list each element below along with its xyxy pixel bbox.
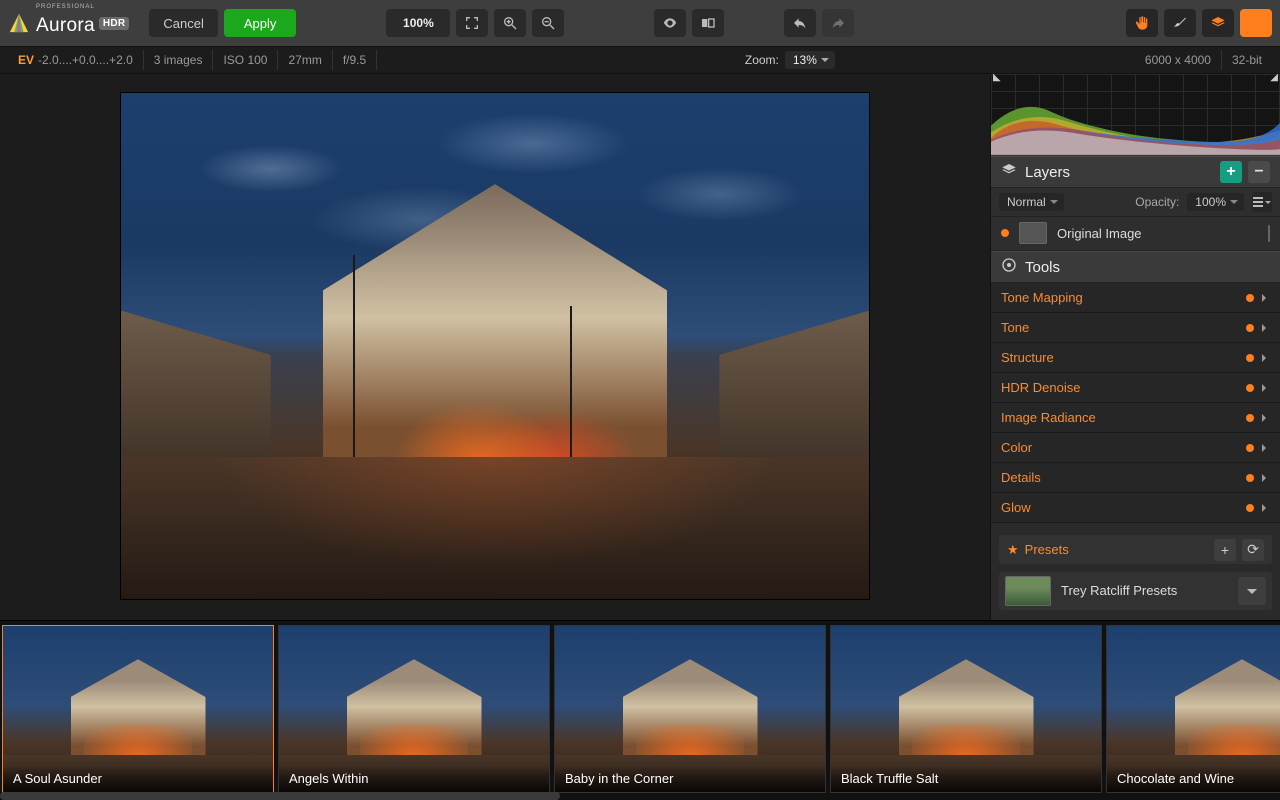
- ev-values: -2.0....+0.0....+2.0: [38, 53, 133, 67]
- zoom-in-button[interactable]: [494, 9, 526, 37]
- preset-collection-thumb: [1005, 576, 1051, 606]
- preset-collection-dropdown[interactable]: [1238, 577, 1266, 605]
- preset-card[interactable]: Black Truffle Salt: [830, 625, 1102, 793]
- layer-visibility-dot[interactable]: [1001, 229, 1009, 237]
- histogram-toggle-button[interactable]: [1240, 9, 1272, 37]
- layers-toggle-button[interactable]: [1202, 9, 1234, 37]
- app-logo: PROFESSIONAL Aurora HDR: [8, 1, 129, 45]
- tool-details[interactable]: Details: [991, 463, 1280, 493]
- histogram[interactable]: ◣ ◢: [991, 74, 1280, 156]
- zoom-label: Zoom:: [745, 53, 779, 67]
- tools-title: Tools: [1025, 259, 1060, 276]
- tool-color[interactable]: Color: [991, 433, 1280, 463]
- add-layer-button[interactable]: +: [1220, 161, 1242, 183]
- add-preset-button[interactable]: +: [1214, 539, 1236, 561]
- tool-hdr-denoise[interactable]: HDR Denoise: [991, 373, 1280, 403]
- top-toolbar: PROFESSIONAL Aurora HDR Cancel Apply 100…: [0, 0, 1280, 46]
- info-bar: EV -2.0....+0.0....+2.0 3 images ISO 100…: [0, 46, 1280, 74]
- tool-tone[interactable]: Tone: [991, 313, 1280, 343]
- preset-card-label: Chocolate and Wine: [1107, 765, 1280, 792]
- preset-card[interactable]: Baby in the Corner: [554, 625, 826, 793]
- zoom-select[interactable]: 13%: [785, 51, 835, 69]
- hdr-badge: HDR: [99, 17, 130, 30]
- undo-button[interactable]: [784, 9, 816, 37]
- blend-mode-select[interactable]: Normal: [999, 193, 1064, 211]
- focal-length: 27mm: [278, 50, 332, 70]
- brush-tool-button[interactable]: [1164, 9, 1196, 37]
- canvas-area[interactable]: [0, 74, 990, 620]
- main-canvas[interactable]: [120, 92, 870, 600]
- refresh-presets-button[interactable]: ⟳: [1242, 539, 1264, 561]
- preset-card-label: Black Truffle Salt: [831, 765, 1101, 792]
- filmstrip-scrollbar[interactable]: [0, 792, 560, 800]
- tools-list: Tone Mapping Tone Structure HDR Denoise …: [991, 283, 1280, 523]
- image-dimensions: 6000 x 4000: [1135, 50, 1222, 70]
- preview-toggle-button[interactable]: [654, 9, 686, 37]
- preset-collection-select[interactable]: Trey Ratcliff Presets: [999, 572, 1272, 610]
- tool-image-radiance[interactable]: Image Radiance: [991, 403, 1280, 433]
- preset-card[interactable]: Chocolate and Wine: [1106, 625, 1280, 793]
- tool-glow[interactable]: Glow: [991, 493, 1280, 523]
- zoom-100-button[interactable]: 100%: [386, 9, 450, 37]
- layer-image-thumb[interactable]: [1268, 225, 1270, 242]
- app-name: Aurora: [36, 15, 95, 36]
- cancel-button[interactable]: Cancel: [149, 9, 217, 37]
- layers-title: Layers: [1025, 164, 1070, 181]
- aperture: f/9.5: [333, 50, 377, 70]
- compare-button[interactable]: [692, 9, 724, 37]
- layer-name: Original Image: [1057, 226, 1142, 241]
- tools-panel-header: Tools: [991, 251, 1280, 283]
- ev-label: EV: [18, 53, 34, 67]
- tool-structure[interactable]: Structure: [991, 343, 1280, 373]
- bit-depth: 32-bit: [1222, 50, 1272, 70]
- tools-icon: [1001, 257, 1017, 277]
- layer-options: Normal Opacity: 100%: [991, 188, 1280, 217]
- opacity-select[interactable]: 100%: [1187, 193, 1244, 211]
- fit-screen-button[interactable]: [456, 9, 488, 37]
- image-count: 3 images: [144, 50, 214, 70]
- presets-label: Presets: [1025, 542, 1069, 557]
- redo-button[interactable]: [822, 9, 854, 37]
- opacity-label: Opacity:: [1135, 195, 1179, 209]
- iso-value: ISO 100: [213, 50, 278, 70]
- remove-layer-button[interactable]: −: [1248, 161, 1270, 183]
- preset-card-label: Baby in the Corner: [555, 765, 825, 792]
- layer-row-original[interactable]: Original Image: [991, 217, 1280, 251]
- preset-card[interactable]: Angels Within: [278, 625, 550, 793]
- side-panel: ◣ ◢ Layers + − Normal Opacity: [990, 74, 1280, 620]
- star-icon: ★: [1007, 542, 1019, 558]
- logo-icon: [8, 12, 30, 34]
- layer-mask-thumb[interactable]: [1019, 222, 1047, 244]
- preset-card-label: Angels Within: [279, 765, 549, 792]
- preset-collection-name: Trey Ratcliff Presets: [1061, 583, 1177, 598]
- tool-tone-mapping[interactable]: Tone Mapping: [991, 283, 1280, 313]
- layers-icon: [1001, 162, 1017, 182]
- hand-tool-button[interactable]: [1126, 9, 1158, 37]
- preset-filmstrip[interactable]: A Soul Asunder Angels Within Baby in the…: [0, 620, 1280, 800]
- apply-button[interactable]: Apply: [224, 9, 297, 37]
- layers-panel-header: Layers + −: [991, 156, 1280, 188]
- zoom-out-button[interactable]: [532, 9, 564, 37]
- app-edition: PROFESSIONAL: [36, 4, 95, 10]
- preset-card[interactable]: A Soul Asunder: [2, 625, 274, 793]
- layer-menu-button[interactable]: [1252, 192, 1272, 212]
- preset-card-label: A Soul Asunder: [3, 765, 273, 792]
- presets-bar: ★ Presets + ⟳: [999, 535, 1272, 564]
